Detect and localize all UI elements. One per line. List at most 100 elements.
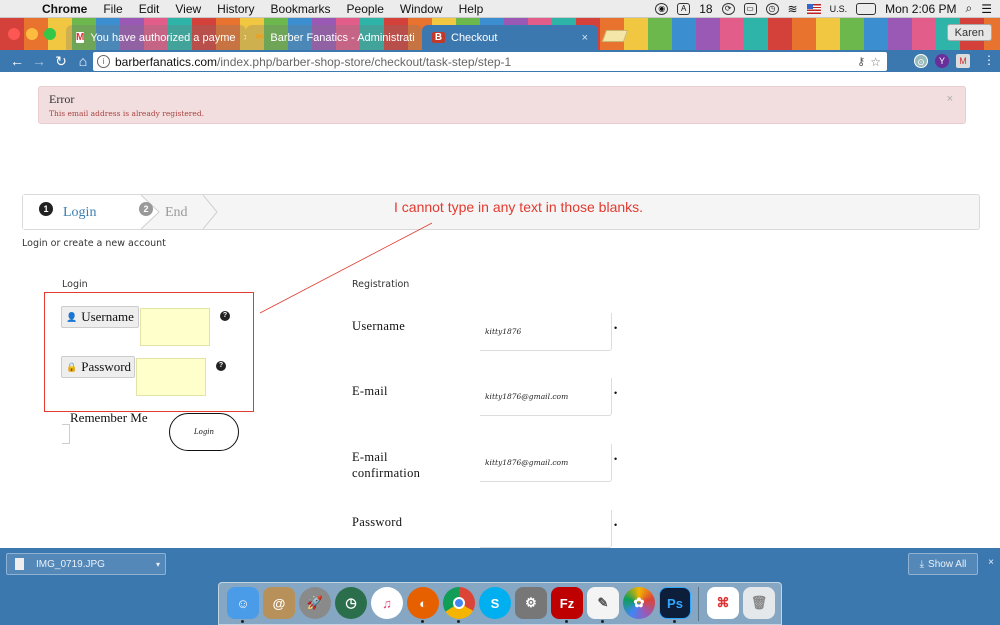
status-icon[interactable]: ◉ xyxy=(655,2,669,15)
reg-email-confirm-input[interactable]: kitty1876@gmail.com xyxy=(480,444,612,482)
extension-icon[interactable]: ⊙ xyxy=(914,54,928,68)
help-icon[interactable]: ? xyxy=(220,311,230,321)
list-icon[interactable]: ☰ xyxy=(981,2,992,16)
finder-icon[interactable]: ☺ xyxy=(227,587,259,619)
close-alert-icon[interactable]: × xyxy=(947,93,953,105)
address-bar[interactable]: i barberfanatics.com/index.php/barber-sh… xyxy=(93,52,887,71)
photos-icon[interactable]: ✿ xyxy=(623,587,655,619)
step-login: 1 Login xyxy=(23,195,159,229)
joomla-icon: ✂ xyxy=(256,32,265,43)
remember-me-label: Remember Me xyxy=(70,410,148,425)
password-input[interactable] xyxy=(136,358,206,396)
file-icon xyxy=(15,558,24,570)
annotation-note: I cannot type in any text in those blank… xyxy=(394,199,644,215)
skype-icon[interactable]: S xyxy=(479,587,511,619)
contacts-icon[interactable]: @ xyxy=(263,587,295,619)
search-icon[interactable]: ⌕ xyxy=(966,1,973,16)
info-icon[interactable]: i xyxy=(97,55,110,68)
close-window-button[interactable] xyxy=(8,28,20,40)
reg-email-label: E-mail xyxy=(352,384,388,398)
error-alert: Error This email address is already regi… xyxy=(38,86,966,124)
maximize-window-button[interactable] xyxy=(44,28,56,40)
login-heading: Login xyxy=(62,279,88,290)
url-host: barberfanatics.com xyxy=(115,54,218,69)
reload-icon[interactable]: ↻ xyxy=(50,53,72,70)
menu-edit[interactable]: Edit xyxy=(131,2,168,16)
close-tab-icon[interactable]: × xyxy=(415,32,422,44)
reg-password-input[interactable] xyxy=(480,510,612,548)
tab-barber-admin[interactable]: ✂ Barber Fanatics - Administrati × xyxy=(246,25,422,50)
clock[interactable]: Mon 2:06 PM xyxy=(885,2,956,16)
tab-checkout[interactable]: B Checkout × xyxy=(422,25,598,50)
profile-button[interactable]: Karen xyxy=(946,24,992,41)
username-addon: 👤 Username xyxy=(61,306,139,328)
menu-view[interactable]: View xyxy=(167,2,209,16)
close-downloads-icon[interactable]: × xyxy=(988,557,994,568)
menu-icon[interactable]: ⋮ xyxy=(983,53,995,67)
download-filename: IMG_0719.JPG xyxy=(36,558,105,570)
download-icon: ⤓ xyxy=(919,558,925,570)
menu-file[interactable]: File xyxy=(95,2,130,16)
reg-email-confirm-label: E-mail confirmation xyxy=(352,450,421,480)
menu-people[interactable]: People xyxy=(339,2,392,16)
chrome-icon[interactable] xyxy=(443,587,475,619)
dock-separator xyxy=(698,587,699,621)
home-icon[interactable]: ⌂ xyxy=(72,53,94,69)
login-button[interactable]: Login xyxy=(169,413,239,451)
filezilla-icon[interactable]: Fz xyxy=(551,587,583,619)
time-machine-icon[interactable]: ◷ xyxy=(765,2,779,15)
tab-gmail[interactable]: M You have authorized a payme × xyxy=(66,25,246,50)
pdf-document-icon[interactable]: ⌘ xyxy=(707,587,739,619)
gmail-icon: M xyxy=(76,32,85,43)
adobe-icon[interactable]: A xyxy=(677,2,691,15)
download-item[interactable]: IMG_0719.JPG ▾ xyxy=(6,553,166,575)
barber-fanatics-icon: B xyxy=(432,32,445,43)
tab-title: Barber Fanatics - Administrati xyxy=(270,31,415,44)
reg-username-input[interactable]: kitty1876 xyxy=(480,313,612,351)
wifi-icon[interactable]: ≋ xyxy=(788,2,798,16)
firefox-icon[interactable]: ◐ xyxy=(407,587,439,619)
user-icon: 👤 xyxy=(66,311,78,322)
us-flag-icon[interactable] xyxy=(806,3,821,14)
menu-bookmarks[interactable]: Bookmarks xyxy=(263,2,339,16)
menu-help[interactable]: Help xyxy=(451,2,492,16)
textedit-icon[interactable]: ✎ xyxy=(587,587,619,619)
gmail-extension-icon[interactable]: M xyxy=(956,54,970,68)
yahoo-extension-icon[interactable]: Y xyxy=(935,54,949,68)
lock-icon: 🔒 xyxy=(66,361,78,372)
help-icon[interactable]: ? xyxy=(216,361,226,371)
reg-email-input[interactable]: kitty1876@gmail.com xyxy=(480,378,612,416)
password-label: Password xyxy=(81,359,132,374)
minimize-window-button[interactable] xyxy=(26,28,38,40)
itunes-icon[interactable]: ♫ xyxy=(371,587,403,619)
trash-icon[interactable]: 🗑 xyxy=(743,587,775,619)
step-number: 1 xyxy=(39,202,53,216)
new-tab-button[interactable] xyxy=(601,30,629,42)
bookmark-star-icon[interactable]: ☆ xyxy=(870,55,881,69)
alert-message: This email address is already registered… xyxy=(49,109,204,118)
sync-icon[interactable]: ⟳ xyxy=(721,2,735,15)
airplay-icon[interactable]: ▭ xyxy=(743,2,757,15)
input-source[interactable]: U.S. xyxy=(830,4,848,14)
close-tab-icon[interactable]: × xyxy=(236,32,247,44)
username-label: Username xyxy=(81,309,134,324)
registration-heading: Registration xyxy=(352,279,410,290)
key-icon[interactable]: ⚷ xyxy=(857,55,865,68)
chevron-down-icon[interactable]: ▾ xyxy=(156,560,160,569)
menu-window[interactable]: Window xyxy=(392,2,451,16)
dock: ☺ @ 🚀 ◷ ♫ ◐ S ⚙ Fz ✎ ✿ Ps ⌘ 🗑 xyxy=(218,582,782,625)
close-tab-icon[interactable]: × xyxy=(574,32,588,44)
show-all-button[interactable]: ⤓ Show All xyxy=(908,553,978,575)
username-input[interactable] xyxy=(140,308,210,346)
battery-icon[interactable] xyxy=(856,2,877,15)
alert-title: Error xyxy=(49,92,75,106)
forward-icon[interactable]: → xyxy=(28,53,50,69)
menu-history[interactable]: History xyxy=(209,2,262,16)
launchpad-icon[interactable]: 🚀 xyxy=(299,587,331,619)
system-preferences-icon[interactable]: ⚙ xyxy=(515,587,547,619)
back-icon[interactable]: ← xyxy=(6,53,28,69)
time-machine-app-icon[interactable]: ◷ xyxy=(335,587,367,619)
menu-chrome[interactable]: Chrome xyxy=(34,2,95,16)
photoshop-icon[interactable]: Ps xyxy=(659,587,691,619)
remember-me-checkbox[interactable] xyxy=(62,424,70,444)
